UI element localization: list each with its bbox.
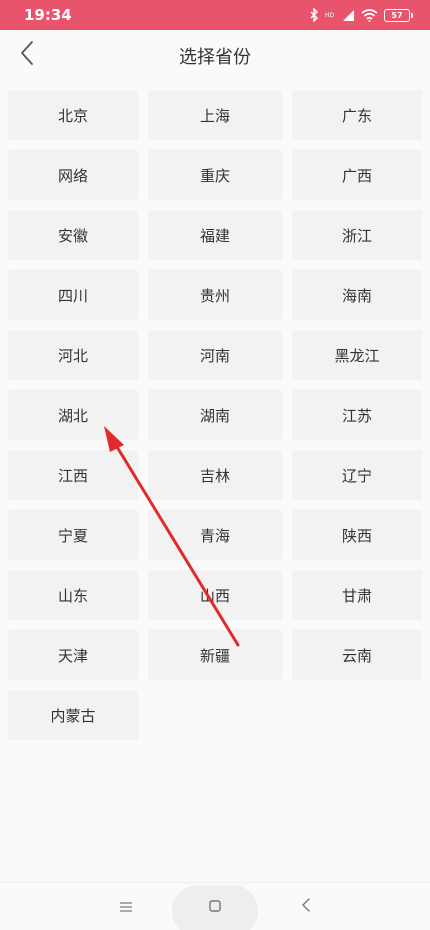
province-item[interactable]: 四川 xyxy=(8,270,138,320)
hd-icon: HD xyxy=(325,9,335,21)
province-item[interactable]: 网络 xyxy=(8,150,138,200)
province-item-hubei[interactable]: 湖北 xyxy=(8,390,138,440)
battery-level: 57 xyxy=(391,10,403,20)
province-item[interactable]: 重庆 xyxy=(148,150,282,200)
province-item[interactable]: 天津 xyxy=(8,630,138,680)
status-icons: HD 57 xyxy=(309,6,413,24)
page-title: 选择省份 xyxy=(179,47,251,68)
province-item[interactable]: 湖南 xyxy=(148,390,282,440)
header: 选择省份 xyxy=(0,30,430,80)
province-item[interactable]: 山西 xyxy=(148,570,282,620)
province-item[interactable]: 安徽 xyxy=(8,210,138,260)
province-item[interactable]: 黑龙江 xyxy=(292,330,422,380)
province-item[interactable]: 广东 xyxy=(292,90,422,140)
province-grid: 北京 上海 广东 网络 重庆 广西 安徽 福建 浙江 四川 贵州 海南 河北 河… xyxy=(8,90,422,740)
status-bar: 19:34 HD 57 xyxy=(0,0,430,30)
province-item[interactable]: 广西 xyxy=(292,150,422,200)
battery-icon: 57 xyxy=(384,8,413,22)
menu-button[interactable] xyxy=(110,883,142,930)
province-item[interactable]: 江苏 xyxy=(292,390,422,440)
province-item[interactable]: 甘肃 xyxy=(292,570,422,620)
province-item[interactable]: 浙江 xyxy=(292,210,422,260)
province-item[interactable]: 北京 xyxy=(8,90,138,140)
province-item[interactable]: 山东 xyxy=(8,570,138,620)
back-icon xyxy=(301,897,311,917)
home-icon xyxy=(208,898,222,917)
province-item[interactable]: 贵州 xyxy=(148,270,282,320)
province-item[interactable]: 海南 xyxy=(292,270,422,320)
menu-icon xyxy=(119,898,133,917)
province-item[interactable]: 内蒙古 xyxy=(8,690,138,740)
province-item[interactable]: 上海 xyxy=(148,90,282,140)
province-item[interactable]: 新疆 xyxy=(148,630,282,680)
wifi-icon xyxy=(361,8,378,22)
province-item[interactable]: 云南 xyxy=(292,630,422,680)
province-item[interactable]: 河北 xyxy=(8,330,138,380)
screen: 19:34 HD 57 选择省份 北京 上海 广东 网络 重庆 广西 安徽 福建… xyxy=(0,0,430,930)
province-item[interactable]: 福建 xyxy=(148,210,282,260)
home-button[interactable] xyxy=(199,883,231,930)
bluetooth-icon xyxy=(309,8,319,22)
province-item[interactable]: 河南 xyxy=(148,330,282,380)
province-item[interactable]: 辽宁 xyxy=(292,450,422,500)
province-item[interactable]: 青海 xyxy=(148,510,282,560)
system-nav-bar xyxy=(0,882,430,930)
province-item[interactable]: 吉林 xyxy=(148,450,282,500)
nav-back-button[interactable] xyxy=(290,883,322,930)
province-item[interactable]: 宁夏 xyxy=(8,510,138,560)
status-time: 19:34 xyxy=(24,6,72,24)
province-item[interactable]: 陕西 xyxy=(292,510,422,560)
signal-icon xyxy=(341,9,355,22)
province-item[interactable]: 江西 xyxy=(8,450,138,500)
svg-text:HD: HD xyxy=(325,12,335,19)
